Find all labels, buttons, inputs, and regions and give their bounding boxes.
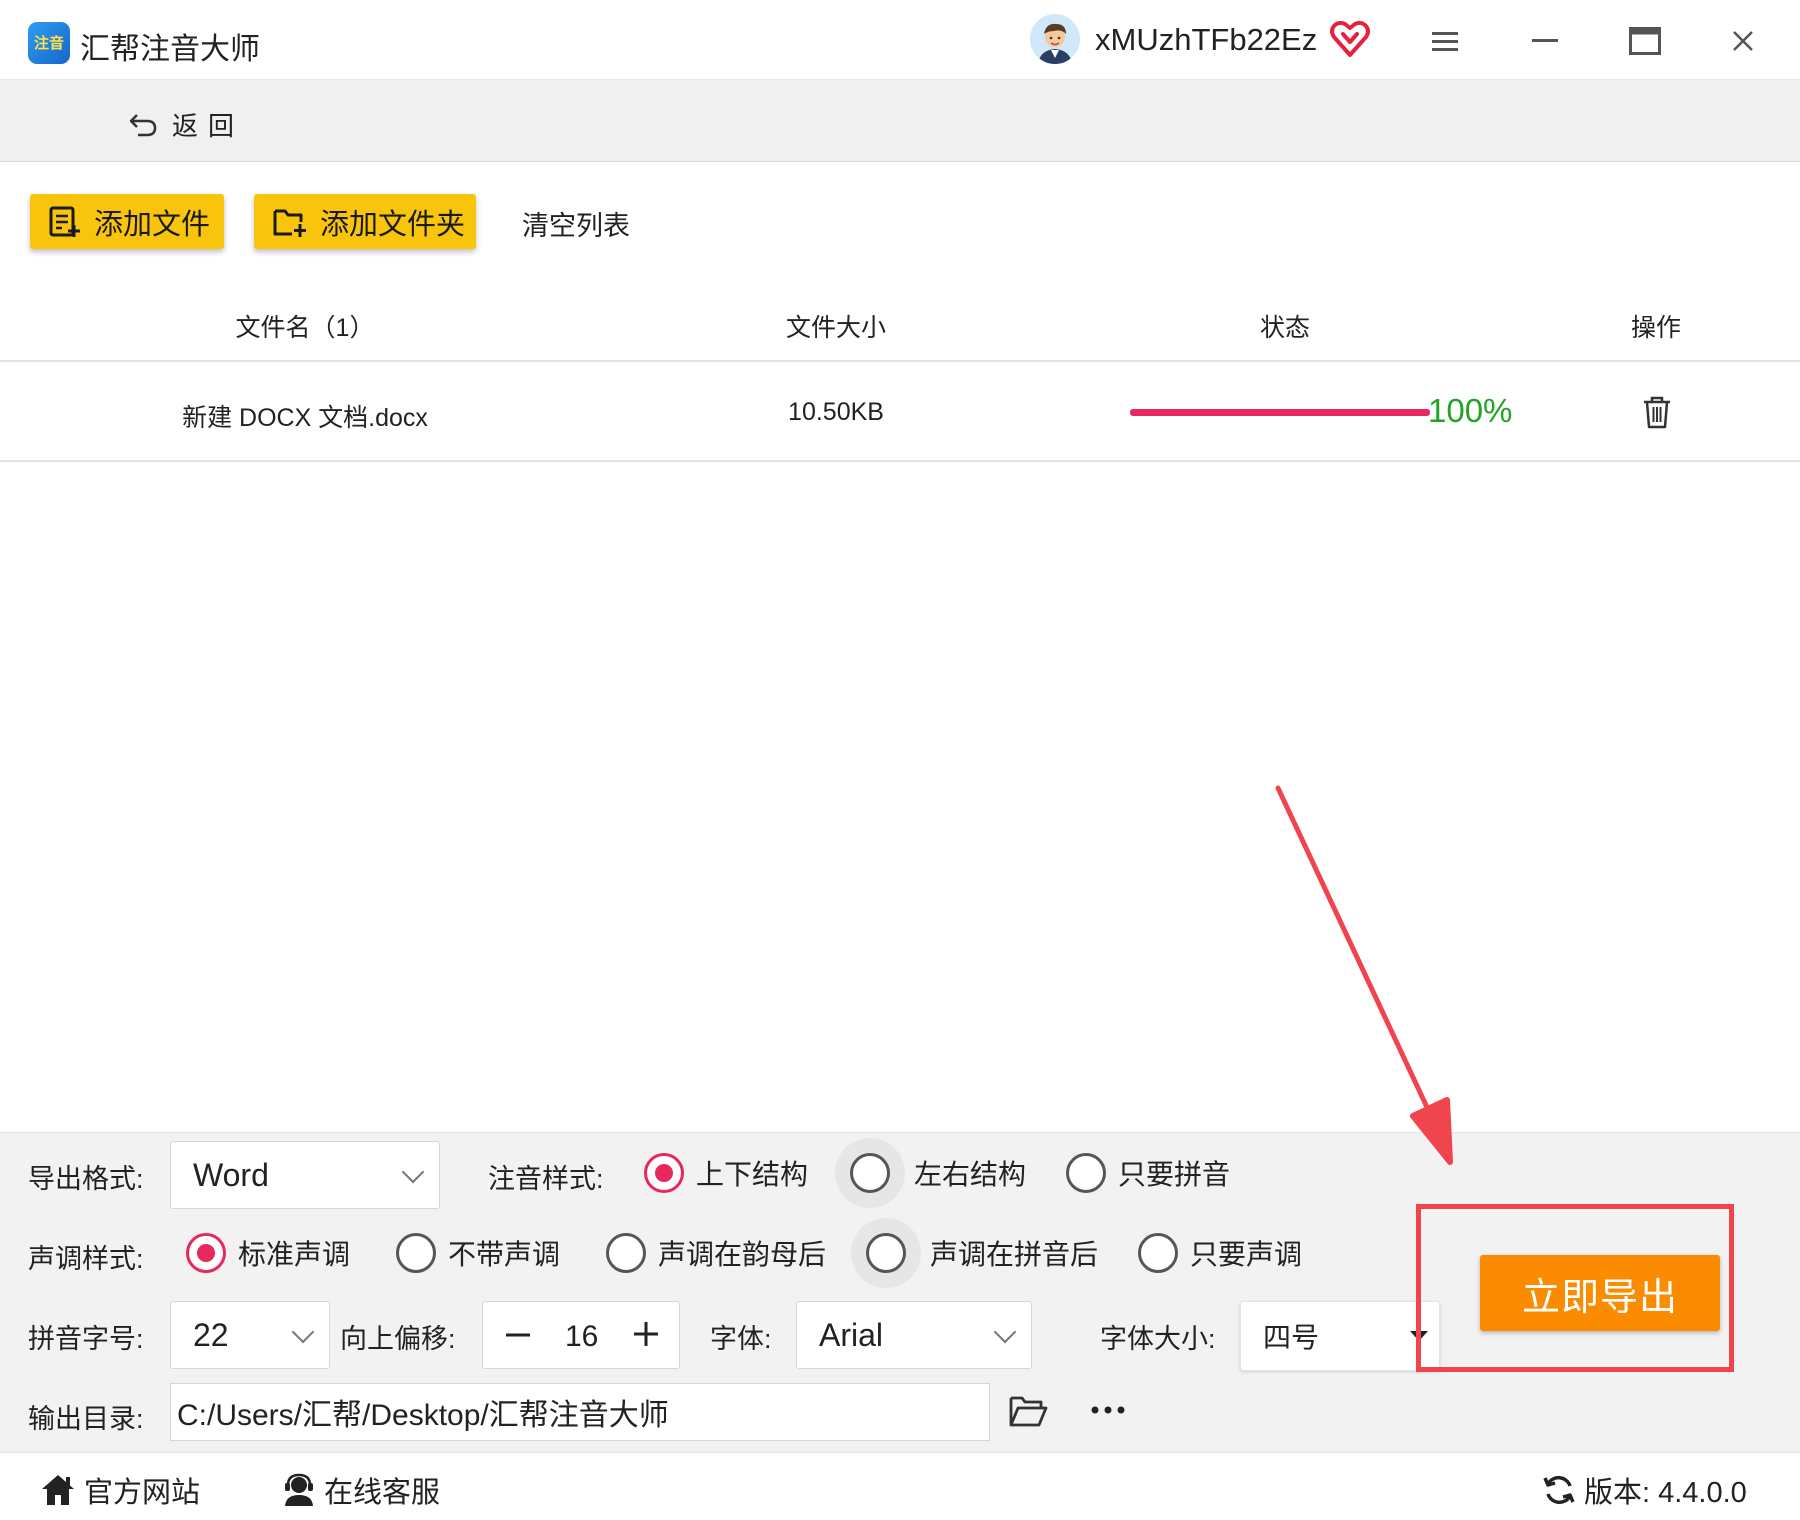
radio-annotation-updown[interactable]: 上下结构 xyxy=(644,1153,808,1193)
radio-unselected-icon[interactable] xyxy=(1066,1153,1106,1193)
column-header-filename: 文件名（1） xyxy=(235,314,375,342)
official-site-link[interactable]: 官方网站 xyxy=(40,1469,200,1511)
radio-selected-icon[interactable] xyxy=(186,1233,226,1273)
add-file-button[interactable]: 添加文件 xyxy=(30,194,224,249)
font-label: 字体: xyxy=(710,1324,772,1354)
radio-label: 不带声调 xyxy=(448,1239,561,1270)
minus-icon[interactable] xyxy=(503,1320,533,1350)
font-select[interactable]: Arial xyxy=(796,1301,1032,1369)
progress-percent: 100% xyxy=(1428,392,1513,429)
tone-style-label: 声调样式: xyxy=(28,1244,144,1274)
official-site-label: 官方网站 xyxy=(84,1477,201,1509)
radio-unselected-icon[interactable] xyxy=(850,1153,890,1193)
radio-unselected-icon[interactable] xyxy=(396,1233,436,1273)
output-dir-input[interactable] xyxy=(170,1383,990,1441)
radio-annotation-pinyin-only[interactable]: 只要拼音 xyxy=(1066,1153,1230,1193)
refresh-icon xyxy=(1543,1475,1575,1505)
radio-tone-none[interactable]: 不带声调 xyxy=(396,1233,560,1273)
close-icon[interactable] xyxy=(1718,18,1768,64)
progress-bar xyxy=(1130,409,1430,416)
back-label: 返回 xyxy=(172,111,245,141)
pinyin-size-value: 22 xyxy=(193,1316,229,1353)
clear-list-button[interactable]: 清空列表 xyxy=(522,204,630,243)
maximize-icon[interactable] xyxy=(1620,18,1670,64)
radio-tone-after-pinyin[interactable]: 声调在拼音后 xyxy=(851,1218,1099,1288)
back-bar: 返回 xyxy=(0,80,1800,162)
output-dir-label: 输出目录: xyxy=(28,1404,144,1434)
radio-tone-only[interactable]: 只要声调 xyxy=(1138,1233,1302,1273)
online-service-label: 在线客服 xyxy=(324,1477,441,1509)
radio-label: 声调在韵母后 xyxy=(658,1239,827,1270)
radio-selected-icon[interactable] xyxy=(644,1153,684,1193)
add-file-icon xyxy=(49,206,80,237)
version-info: 版本: 4.4.0.0 xyxy=(1542,1469,1747,1511)
pinyin-size-label: 拼音字号: xyxy=(28,1324,144,1354)
file-size-cell: 10.50KB xyxy=(788,398,884,426)
chevron-down-icon xyxy=(291,1320,315,1344)
trash-icon[interactable] xyxy=(1640,394,1674,430)
font-size-value: 四号 xyxy=(1263,1322,1320,1353)
online-service-link[interactable]: 在线客服 xyxy=(282,1469,440,1511)
ellipsis-icon[interactable] xyxy=(1088,1395,1128,1425)
radio-label: 标准声调 xyxy=(238,1239,351,1270)
vip-heart-icon[interactable] xyxy=(1330,20,1370,58)
radio-label: 只要拼音 xyxy=(1118,1159,1231,1190)
folder-open-icon[interactable] xyxy=(1008,1393,1048,1429)
add-folder-label: 添加文件夹 xyxy=(320,208,466,241)
footer-bar: 官方网站 在线客服 版本: 4.4.0.0 xyxy=(0,1452,1800,1520)
home-icon xyxy=(42,1475,74,1505)
username: xMUzhTFb22Ez xyxy=(1095,22,1318,57)
radio-label: 只要声调 xyxy=(1190,1239,1303,1270)
radio-unselected-icon[interactable] xyxy=(1138,1233,1178,1273)
menu-icon[interactable] xyxy=(1420,18,1470,64)
radio-unselected-icon[interactable] xyxy=(606,1233,646,1273)
export-format-select[interactable]: Word xyxy=(170,1141,440,1209)
radio-label: 声调在拼音后 xyxy=(930,1239,1099,1270)
font-value: Arial xyxy=(819,1316,884,1353)
radio-hover-halo xyxy=(835,1138,905,1208)
radio-unselected-icon[interactable] xyxy=(866,1233,906,1273)
export-format-value: Word xyxy=(193,1156,269,1193)
add-file-label: 添加文件 xyxy=(94,208,211,241)
undo-arrow-icon xyxy=(129,113,157,136)
table-row[interactable]: 新建 DOCX 文档.docx 10.50KB 100% xyxy=(0,362,1800,462)
app-logo-icon: 注音 xyxy=(28,22,70,64)
chevron-down-icon xyxy=(401,1160,425,1184)
title-bar: 注音 汇帮注音大师 xMUzhTFb22Ez xyxy=(0,0,1800,80)
font-size-select[interactable]: 四号 xyxy=(1240,1301,1440,1371)
radio-label: 上下结构 xyxy=(696,1159,809,1190)
chevron-down-icon xyxy=(993,1320,1017,1344)
column-header-status: 状态 xyxy=(1259,314,1311,342)
annotation-style-label: 注音样式: xyxy=(488,1164,604,1194)
radio-tone-standard[interactable]: 标准声调 xyxy=(186,1233,350,1273)
annotation-highlight-box xyxy=(1416,1204,1734,1372)
plus-icon[interactable] xyxy=(631,1319,661,1349)
customer-service-icon xyxy=(285,1473,313,1506)
radio-annotation-leftright[interactable]: 左右结构 xyxy=(835,1138,1027,1208)
column-header-action: 操作 xyxy=(1630,314,1682,342)
pinyin-size-select[interactable]: 22 xyxy=(170,1301,330,1369)
offset-up-stepper[interactable]: 16 xyxy=(482,1301,680,1369)
minimize-icon[interactable] xyxy=(1520,18,1570,64)
radio-tone-after-final[interactable]: 声调在韵母后 xyxy=(606,1233,826,1273)
offset-up-value[interactable]: 16 xyxy=(565,1320,598,1354)
file-table-header: 文件名（1） 文件大小 状态 操作 xyxy=(0,290,1800,362)
column-header-filesize: 文件大小 xyxy=(785,314,887,342)
add-folder-icon xyxy=(273,209,306,237)
file-name-cell: 新建 DOCX 文档.docx xyxy=(182,404,428,432)
progress-bar-fill xyxy=(1130,409,1430,416)
app-logo-text: 注音 xyxy=(33,34,64,52)
font-size-label: 字体大小: xyxy=(1100,1324,1216,1354)
radio-label: 左右结构 xyxy=(914,1159,1027,1190)
user-avatar[interactable] xyxy=(1030,14,1080,64)
offset-up-label: 向上偏移: xyxy=(340,1324,456,1354)
version-label: 版本: 4.4.0.0 xyxy=(1584,1477,1747,1509)
back-button[interactable]: 返回 xyxy=(128,106,244,143)
radio-hover-halo xyxy=(851,1218,921,1288)
app-title: 汇帮注音大师 xyxy=(80,33,260,66)
add-folder-button[interactable]: 添加文件夹 xyxy=(254,194,476,249)
export-format-label: 导出格式: xyxy=(28,1164,144,1194)
